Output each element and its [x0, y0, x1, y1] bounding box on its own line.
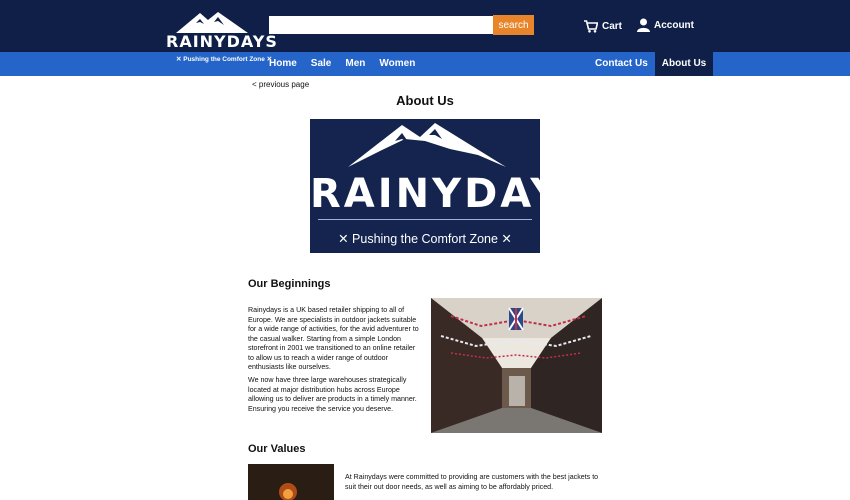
- logo-tagline: ✕ Pushing the Comfort Zone ✕: [176, 56, 273, 63]
- search-button[interactable]: search: [493, 15, 534, 35]
- mountain-logo-icon: [176, 12, 248, 33]
- cart-link[interactable]: 0 Cart: [584, 16, 623, 34]
- search-input[interactable]: [269, 16, 493, 34]
- section-heading-values: Our Values: [248, 443, 306, 455]
- nav-left: Home Sale Men Women: [262, 52, 422, 76]
- nav-right: Contact Us About Us: [588, 52, 714, 76]
- banner-tagline: ✕ Pushing the Comfort Zone ✕: [338, 232, 512, 246]
- brand-banner: RAINYDAYS ✕ Pushing the Comfort Zone ✕: [310, 119, 595, 253]
- campfire-photo: [248, 464, 334, 500]
- beginnings-paragraph-1: Rainydays is a UK based retailer shippin…: [248, 306, 419, 371]
- main-nav: [0, 52, 850, 76]
- banner-divider: [318, 219, 532, 220]
- nav-contact-us[interactable]: Contact Us: [588, 52, 655, 76]
- values-paragraph-1: At Rainydays were committed to providing…: [345, 473, 599, 491]
- nav-women[interactable]: Women: [372, 52, 422, 76]
- previous-page-link[interactable]: < previous page: [252, 80, 309, 89]
- nav-about-us[interactable]: About Us: [654, 52, 714, 76]
- nav-sale[interactable]: Sale: [304, 52, 339, 76]
- cart-count: 0: [590, 16, 593, 22]
- page-title: About Us: [396, 93, 454, 108]
- beginnings-paragraph-2: We now have three large warehouses strat…: [248, 376, 417, 413]
- section-heading-beginnings: Our Beginnings: [248, 278, 331, 290]
- account-label: Account: [654, 19, 694, 31]
- nav-men[interactable]: Men: [338, 52, 372, 76]
- logo-text: RAINYDAYS: [166, 32, 278, 51]
- mountain-banner-icon: [348, 123, 506, 167]
- banner-title: RAINYDAYS: [310, 171, 595, 217]
- market-photo: [431, 298, 602, 433]
- site-logo[interactable]: RAINYDAYS: [166, 10, 278, 51]
- user-icon: [637, 18, 650, 32]
- cart-label: Cart: [602, 20, 623, 32]
- nav-home[interactable]: Home: [262, 52, 304, 76]
- account-link[interactable]: Account: [637, 17, 694, 33]
